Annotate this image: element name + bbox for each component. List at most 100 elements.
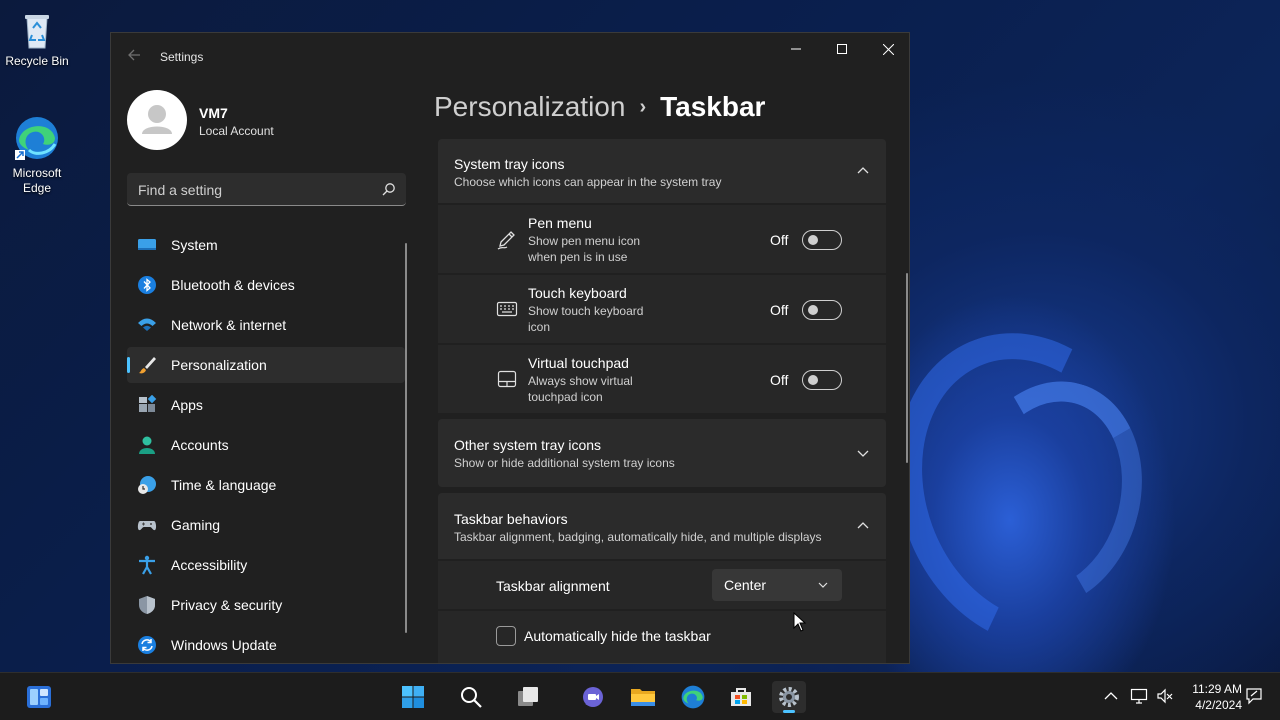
content-scrollbar[interactable]: [906, 273, 908, 463]
edge-taskbar-button[interactable]: [676, 681, 710, 713]
teams-chat-icon: [583, 687, 603, 707]
clock[interactable]: 11:29 AM 4/2/2024: [1184, 681, 1242, 713]
sidebar-item-windows-update[interactable]: Windows Update: [127, 627, 405, 663]
settings-content: System tray icons Choose which icons can…: [438, 139, 886, 663]
taskbar-alignment-row: Taskbar alignment Center: [438, 561, 886, 609]
sidebar-item-network[interactable]: Network & internet: [127, 307, 405, 343]
close-button[interactable]: [865, 33, 909, 65]
person-icon: [142, 105, 172, 134]
title-bar: Settings: [111, 33, 909, 81]
sidebar-item-label: System: [171, 237, 218, 253]
chat-button[interactable]: [576, 681, 610, 713]
breadcrumb-separator: ›: [639, 96, 647, 118]
sidebar-item-label: Apps: [171, 397, 203, 413]
toggle-state-label: Off: [770, 232, 789, 248]
taskbar-behaviors-expander[interactable]: Taskbar behaviors Taskbar alignment, bad…: [438, 493, 886, 559]
taskbar-alignment-dropdown[interactable]: Center: [712, 569, 842, 601]
touch-keyboard-row: Touch keyboard Show touch keyboard icon …: [438, 275, 886, 343]
clock-date: 4/2/2024: [1195, 698, 1242, 712]
settings-icon: [779, 687, 799, 707]
sidebar-item-label: Bluetooth & devices: [171, 277, 295, 293]
wifi-icon: [138, 318, 156, 331]
toggle-state-label: Off: [770, 302, 789, 318]
widgets-button[interactable]: [22, 681, 56, 713]
dropdown-value: Center: [724, 577, 767, 593]
notification-center-button[interactable]: [1245, 687, 1263, 705]
other-system-tray-icons-expander[interactable]: Other system tray icons Show or hide add…: [438, 419, 886, 487]
pen-menu-toggle[interactable]: [802, 230, 842, 250]
back-button[interactable]: [123, 47, 145, 69]
minimize-button[interactable]: [773, 33, 819, 65]
system-tray-icons-expander[interactable]: System tray icons Choose which icons can…: [438, 139, 886, 203]
widgets-icon: [27, 686, 51, 708]
sidebar-item-privacy[interactable]: Privacy & security: [127, 587, 405, 623]
user-name: VM7: [199, 105, 228, 121]
paintbrush-icon: [139, 357, 156, 374]
sidebar-nav: System Bluetooth & devices Network & int…: [127, 227, 405, 663]
task-view-button[interactable]: [511, 681, 545, 713]
autohide-checkbox[interactable]: [496, 626, 516, 646]
start-icon: [402, 686, 424, 708]
sidebar-item-system[interactable]: System: [127, 227, 405, 263]
store-button[interactable]: [724, 681, 758, 713]
taskbar-search-button[interactable]: [454, 681, 488, 713]
row-title: Pen menu: [528, 215, 592, 231]
chevron-down-icon: [818, 582, 828, 588]
edge-icon: [13, 114, 61, 162]
user-profile[interactable]: VM7 Local Account: [127, 90, 407, 150]
virtual-touchpad-toggle[interactable]: [802, 370, 842, 390]
sidebar-item-personalization[interactable]: Personalization: [127, 347, 405, 383]
start-button[interactable]: [396, 681, 430, 713]
sidebar-item-label: Network & internet: [171, 317, 287, 333]
desktop-icon-edge[interactable]: Microsoft Edge: [0, 114, 74, 196]
sidebar-item-time-language[interactable]: Time & language: [127, 467, 405, 503]
row-subtitle: Show pen menu icon when pen is in use: [528, 234, 641, 264]
sidebar-item-label: Time & language: [171, 477, 277, 493]
sidebar-item-label: Personalization: [171, 357, 267, 373]
apps-icon: [139, 395, 157, 412]
window-title: Settings: [160, 50, 204, 64]
section-title: Taskbar behaviors: [454, 511, 568, 527]
desktop-icon-label: Recycle Bin: [5, 54, 69, 68]
keyboard-icon: [496, 301, 518, 317]
maximize-button[interactable]: [819, 33, 865, 65]
chevron-up-icon: [857, 167, 869, 174]
network-tray-button[interactable]: [1130, 687, 1148, 705]
taskbar: 11:29 AM 4/2/2024: [0, 672, 1280, 720]
file-explorer-icon: [631, 689, 655, 706]
breadcrumb-parent[interactable]: Personalization: [434, 91, 625, 122]
task-view-icon: [518, 687, 538, 706]
section-title: System tray icons: [454, 156, 565, 172]
autohide-label: Automatically hide the taskbar: [524, 628, 711, 644]
section-subtitle: Choose which icons can appear in the sys…: [454, 175, 722, 189]
pen-menu-row: Pen menu Show pen menu icon when pen is …: [438, 205, 886, 273]
volume-tray-button[interactable]: [1156, 687, 1174, 705]
section-subtitle: Taskbar alignment, badging, automaticall…: [454, 530, 822, 544]
time-language-icon: [138, 476, 156, 494]
back-arrow-icon: [128, 49, 140, 61]
sidebar-item-label: Gaming: [171, 517, 221, 533]
touch-keyboard-toggle[interactable]: [802, 300, 842, 320]
sidebar-item-gaming[interactable]: Gaming: [127, 507, 405, 543]
row-title: Virtual touchpad: [528, 355, 629, 371]
desktop-icon-recycle-bin[interactable]: Recycle Bin: [0, 10, 74, 69]
settings-taskbar-button[interactable]: [772, 681, 806, 713]
autohide-row: Automatically hide the taskbar: [438, 611, 886, 663]
show-hidden-icons-button[interactable]: [1102, 687, 1120, 705]
toggle-knob: [808, 305, 818, 315]
sidebar-item-label: Accounts: [171, 437, 229, 453]
search-input[interactable]: Find a setting: [127, 173, 406, 206]
accounts-icon: [139, 436, 155, 454]
file-explorer-button[interactable]: [626, 681, 660, 713]
system-display-icon: [138, 239, 156, 250]
section-title: Other system tray icons: [454, 437, 602, 453]
sidebar-item-apps[interactable]: Apps: [127, 387, 405, 423]
network-icon: [1130, 688, 1148, 704]
mouse-cursor-icon: [793, 612, 807, 632]
toggle-state-label: Off: [770, 372, 789, 388]
sidebar-scrollbar[interactable]: [405, 243, 407, 633]
sidebar-item-bluetooth[interactable]: Bluetooth & devices: [127, 267, 405, 303]
sidebar-item-accounts[interactable]: Accounts: [127, 427, 405, 463]
sidebar-item-label: Accessibility: [171, 557, 248, 573]
sidebar-item-accessibility[interactable]: Accessibility: [127, 547, 405, 583]
